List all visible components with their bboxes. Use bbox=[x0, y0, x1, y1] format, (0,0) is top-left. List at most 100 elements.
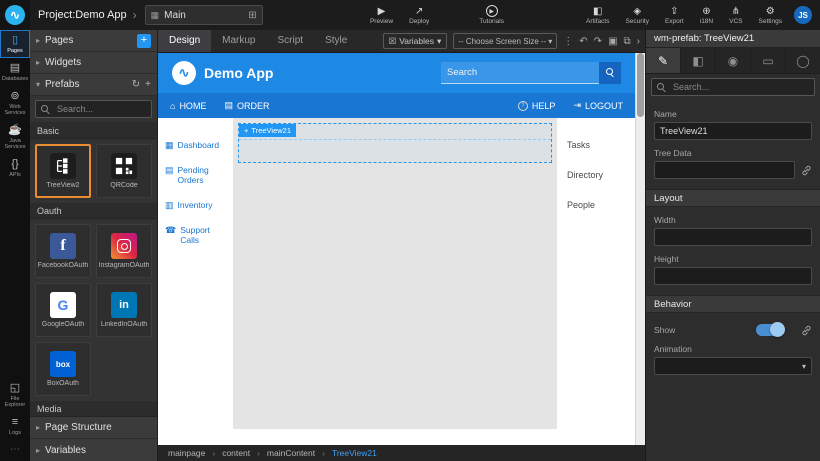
prefabs-accordion[interactable]: ▾ Prefabs ↻ + bbox=[30, 74, 157, 96]
studio-logo[interactable]: ∿ bbox=[0, 0, 30, 30]
prefab-linkedin-oauth[interactable]: in LinkedInOAuth bbox=[96, 283, 152, 337]
undo-icon[interactable]: ↶ bbox=[579, 36, 587, 47]
menu-inventory-label: Inventory bbox=[178, 200, 213, 210]
property-search-input[interactable] bbox=[671, 81, 809, 93]
tutorials-button[interactable]: ▶ Tutorials bbox=[471, 5, 512, 25]
rail-item-apis[interactable]: {} APIs bbox=[0, 154, 30, 182]
variables-accordion[interactable]: ▸ Variables bbox=[30, 439, 157, 461]
redo-icon[interactable]: ↷ bbox=[594, 36, 602, 47]
tab-advanced[interactable]: ◯ bbox=[786, 48, 820, 73]
menu-pending-orders[interactable]: ▤ Pending Orders bbox=[165, 165, 226, 185]
wavemaker-logo-icon: ∿ bbox=[5, 5, 25, 25]
caret-down-icon: ▾ bbox=[802, 362, 806, 371]
deploy-button[interactable]: ↗ Deploy bbox=[401, 6, 437, 25]
app-search-button[interactable] bbox=[599, 62, 621, 84]
prefab-box-oauth[interactable]: box BoxOAuth bbox=[35, 342, 91, 396]
breadcrumb-content[interactable]: content bbox=[222, 448, 250, 458]
collapse-panel-icon[interactable]: › bbox=[637, 36, 640, 47]
i18n-button[interactable]: ⊕ i18N bbox=[692, 6, 721, 25]
section-basic: Basic bbox=[30, 123, 157, 139]
nav-help[interactable]: ? HELP bbox=[518, 100, 556, 111]
tab-script[interactable]: Script bbox=[267, 30, 315, 52]
menu-people[interactable]: People bbox=[567, 200, 625, 210]
rail-item-web-services[interactable]: ⊚ Web Services bbox=[0, 86, 30, 120]
refresh-icon[interactable]: ↻ bbox=[132, 79, 140, 90]
rail-item-databases[interactable]: ▤ Databases bbox=[0, 58, 30, 86]
treeview-widget[interactable]: + TreeView21 bbox=[238, 123, 552, 163]
page-structure-accordion[interactable]: ▸ Page Structure bbox=[30, 417, 157, 439]
prefab-search-input[interactable] bbox=[55, 103, 146, 115]
vcs-button[interactable]: ⋔ VCS bbox=[721, 6, 750, 25]
fullscreen-icon[interactable]: ⧉ bbox=[624, 36, 631, 47]
width-input[interactable] bbox=[654, 228, 812, 246]
menu-tasks[interactable]: Tasks bbox=[567, 140, 625, 150]
tab-styles[interactable]: ◧ bbox=[681, 48, 716, 73]
screen-size-value: -- Choose Screen Size -- bbox=[458, 37, 546, 46]
caret-down-icon: ▾ bbox=[548, 37, 552, 46]
breadcrumb-treeview21[interactable]: TreeView21 bbox=[332, 448, 377, 458]
page-selector[interactable]: ▦ Main ⊞ bbox=[145, 5, 263, 25]
coffee-icon: ☕ bbox=[8, 125, 22, 136]
menu-dashboard[interactable]: ▦ Dashboard bbox=[165, 140, 226, 150]
scrollbar-thumb[interactable] bbox=[637, 53, 644, 117]
tab-style[interactable]: Style bbox=[314, 30, 358, 52]
grid-icon: ⊞ bbox=[248, 10, 256, 21]
database-icon: ▤ bbox=[10, 63, 20, 74]
tab-design[interactable]: Design bbox=[158, 30, 211, 52]
tab-properties[interactable]: ✎ bbox=[646, 48, 681, 73]
screen-size-select[interactable]: -- Choose Screen Size -- ▾ bbox=[453, 33, 557, 49]
prefab-instagram-oauth[interactable]: InstagramOAuth bbox=[96, 224, 152, 278]
chevron-right-icon: › bbox=[133, 8, 137, 22]
search-icon bbox=[606, 68, 615, 77]
more-options-icon[interactable]: ⋯ bbox=[0, 440, 30, 461]
import-prefab-icon[interactable]: + bbox=[145, 79, 151, 90]
device-icon: ▭ bbox=[762, 54, 773, 68]
tree-data-input[interactable] bbox=[654, 161, 795, 179]
breadcrumb-maincontent[interactable]: mainContent bbox=[267, 448, 315, 458]
app-search-input[interactable] bbox=[441, 67, 599, 78]
name-input[interactable] bbox=[654, 122, 812, 140]
security-button[interactable]: ◈ Security bbox=[617, 6, 656, 25]
prefab-treeview2[interactable]: TreeView2 bbox=[35, 144, 91, 198]
nav-logout[interactable]: ⇥ LOGOUT bbox=[573, 100, 623, 111]
logs-icon: ≡ bbox=[12, 417, 18, 428]
tab-devices[interactable]: ▭ bbox=[751, 48, 786, 73]
prefab-facebook-oauth[interactable]: f FacebookOAuth bbox=[35, 224, 91, 278]
export-button[interactable]: ⇪ Export bbox=[657, 6, 692, 25]
widget-tag-label: TreeView21 bbox=[251, 126, 291, 135]
height-label: Height bbox=[654, 254, 812, 264]
menu-inventory[interactable]: ▥ Inventory bbox=[165, 200, 226, 210]
widget-selection-tag[interactable]: + TreeView21 bbox=[239, 124, 296, 137]
user-avatar[interactable]: JS bbox=[794, 6, 812, 24]
breadcrumb-mainpage[interactable]: mainpage bbox=[168, 448, 205, 458]
bind-link-icon[interactable] bbox=[801, 165, 812, 176]
artifacts-button[interactable]: ◧ Artifacts bbox=[578, 6, 617, 25]
pages-accordion[interactable]: ▸ Pages + bbox=[30, 30, 157, 52]
nav-order[interactable]: ▤ ORDER bbox=[224, 100, 269, 111]
animation-select[interactable]: ▾ bbox=[654, 357, 812, 375]
preview-button[interactable]: ▶ Preview bbox=[362, 6, 401, 25]
variables-button[interactable]: ☒ Variables ▾ bbox=[383, 33, 448, 49]
widgets-accordion[interactable]: ▸ Widgets bbox=[30, 52, 157, 74]
nav-home[interactable]: ⌂ HOME bbox=[170, 101, 206, 111]
prefab-google-oauth[interactable]: G GoogleOAuth bbox=[35, 283, 91, 337]
rail-item-file-explorer[interactable]: ◱ File Explorer bbox=[0, 378, 30, 412]
design-canvas: ∿ Demo App ⌂ HOME ▤ ORDER ? bbox=[158, 53, 645, 445]
rail-item-java-services[interactable]: ☕ Java Services bbox=[0, 120, 30, 154]
tab-markup[interactable]: Markup bbox=[211, 30, 266, 52]
height-input[interactable] bbox=[654, 267, 812, 285]
bind-link-icon[interactable] bbox=[801, 325, 812, 336]
more-menu-icon[interactable]: ⋮ bbox=[563, 36, 573, 47]
add-page-button[interactable]: + bbox=[137, 34, 151, 48]
tab-events[interactable]: ◉ bbox=[716, 48, 751, 73]
settings-button[interactable]: ⚙ Settings bbox=[751, 6, 791, 25]
rail-item-pages[interactable]: ▯ Pages bbox=[0, 30, 30, 58]
breadcrumb-separator: › bbox=[322, 448, 325, 458]
prefab-qrcode[interactable]: QRCode bbox=[96, 144, 152, 198]
rail-item-logs[interactable]: ≡ Logs bbox=[0, 412, 30, 440]
menu-support-calls[interactable]: ☎ Support Calls bbox=[165, 225, 226, 245]
canvas-scrollbar[interactable] bbox=[635, 53, 645, 445]
show-toggle[interactable] bbox=[756, 324, 783, 336]
menu-directory[interactable]: Directory bbox=[567, 170, 625, 180]
preview-mode-icon[interactable]: ▣ bbox=[608, 36, 617, 47]
